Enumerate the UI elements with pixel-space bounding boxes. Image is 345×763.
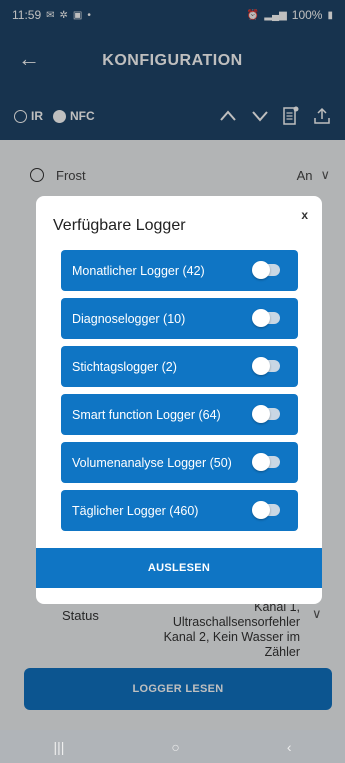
logger-toggle[interactable] <box>252 261 280 279</box>
close-icon[interactable]: x <box>301 208 308 222</box>
toggle-knob <box>252 453 270 471</box>
logger-label: Täglicher Logger (460) <box>72 503 199 518</box>
home-icon[interactable]: ○ <box>171 739 179 755</box>
toggle-knob <box>252 405 270 423</box>
toggle-knob <box>252 309 270 327</box>
logger-label: Monatlicher Logger (42) <box>72 263 205 278</box>
logger-toggle[interactable] <box>252 309 280 327</box>
toggle-knob <box>252 357 270 375</box>
logger-item-diagnostic[interactable]: Diagnoselogger (10) <box>61 298 298 339</box>
logger-item-volume-analysis[interactable]: Volumenanalyse Logger (50) <box>61 442 298 483</box>
logger-toggle[interactable] <box>252 453 280 471</box>
logger-item-monthly[interactable]: Monatlicher Logger (42) <box>61 250 298 291</box>
recent-apps-icon[interactable]: ||| <box>53 739 64 755</box>
available-loggers-dialog: Verfügbare Logger x Monatlicher Logger (… <box>36 196 322 604</box>
toggle-knob <box>252 501 270 519</box>
logger-toggle[interactable] <box>252 405 280 423</box>
back-nav-icon[interactable]: ‹ <box>287 739 292 755</box>
logger-label: Diagnoselogger (10) <box>72 311 186 326</box>
read-out-button[interactable]: AUSLESEN <box>36 548 322 588</box>
logger-toggle[interactable] <box>252 357 280 375</box>
logger-label: Smart function Logger (64) <box>72 407 221 422</box>
logger-label: Stichtagslogger (2) <box>72 359 177 374</box>
system-nav-bar: ||| ○ ‹ <box>0 730 345 763</box>
logger-item-smart-function[interactable]: Smart function Logger (64) <box>61 394 298 435</box>
logger-item-daily[interactable]: Täglicher Logger (460) <box>61 490 298 531</box>
screen: 11:59 ✉ ✲ ▣ • ⏰ ▂▄▆ 100% ▮ ← KONFIGURATI… <box>0 0 345 763</box>
logger-label: Volumenanalyse Logger (50) <box>72 455 232 470</box>
logger-item-cutoff-date[interactable]: Stichtagslogger (2) <box>61 346 298 387</box>
dialog-title: Verfügbare Logger <box>53 217 186 234</box>
logger-toggle[interactable] <box>252 501 280 519</box>
toggle-knob <box>252 261 270 279</box>
